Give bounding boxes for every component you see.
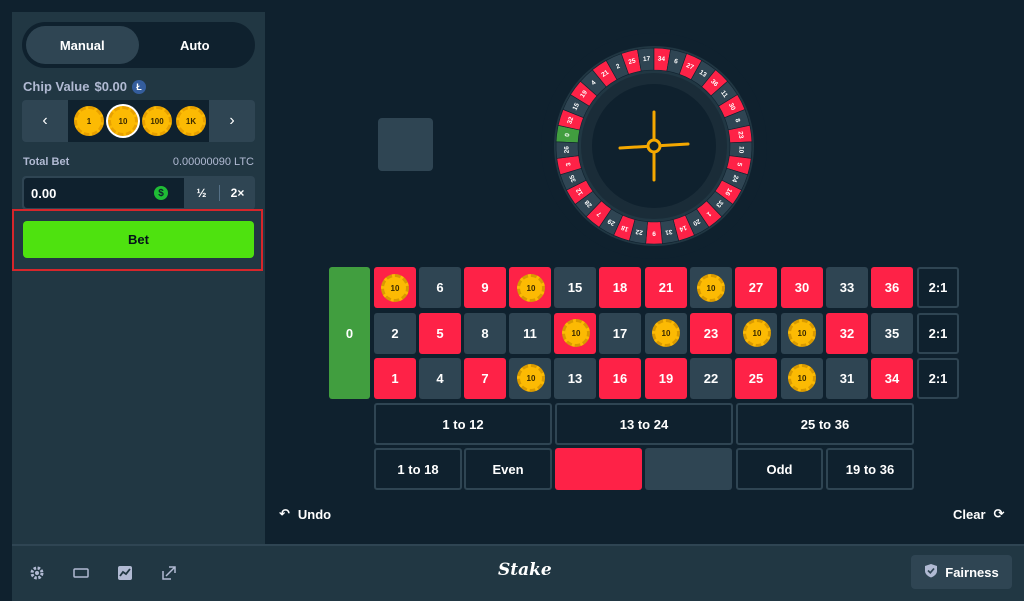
- placed-chip: 10: [743, 319, 771, 347]
- bet-button[interactable]: Bet: [23, 221, 254, 258]
- stake-logo: Stake: [498, 560, 552, 580]
- placed-chip: 10: [517, 274, 545, 302]
- dozen-bet[interactable]: 1 to 12: [374, 403, 552, 445]
- number-cell-9[interactable]: 9: [464, 267, 506, 308]
- wheel-number: 10: [737, 146, 744, 154]
- chip-100[interactable]: 100: [142, 106, 172, 136]
- undo-button[interactable]: ↶ Undo: [279, 506, 331, 522]
- number-cell-4[interactable]: 4: [419, 358, 461, 399]
- clear-label: Clear: [953, 506, 986, 522]
- placed-chip: 10: [788, 364, 816, 392]
- roulette-wheel: 0321519421225 17 34 62713361130823105241633…: [541, 33, 767, 259]
- dozen-bet[interactable]: 13 to 24: [555, 403, 733, 445]
- number-cell-27[interactable]: 27: [735, 267, 777, 308]
- number-cell-21[interactable]: 21: [645, 267, 687, 308]
- tab-auto[interactable]: Auto: [139, 26, 252, 64]
- stats-icon[interactable]: [115, 563, 135, 583]
- dollar-icon: $: [154, 186, 168, 200]
- total-bet-value: 0.00000090 LTC: [172, 156, 254, 168]
- number-cell-36[interactable]: 36: [871, 267, 913, 308]
- number-cell-5[interactable]: 5: [419, 313, 461, 354]
- placed-chip: 10: [562, 319, 590, 347]
- number-cell-11[interactable]: 11: [509, 313, 551, 354]
- number-cell-15[interactable]: 15: [554, 267, 596, 308]
- wheel-number: 34: [657, 56, 665, 64]
- number-cell-25[interactable]: 25: [735, 358, 777, 399]
- number-cell-34[interactable]: 34: [871, 358, 913, 399]
- outside-bet-even[interactable]: Even: [464, 448, 552, 490]
- placed-chip: 10: [381, 274, 409, 302]
- outside-bet-odd[interactable]: Odd: [736, 448, 823, 490]
- result-history: [378, 118, 433, 171]
- outside-bet-1-to-18[interactable]: 1 to 18: [374, 448, 462, 490]
- placed-chip: 10: [697, 274, 725, 302]
- chevron-right-icon[interactable]: ›: [209, 100, 255, 142]
- number-cell-6[interactable]: 6: [419, 267, 461, 308]
- tab-manual[interactable]: Manual: [26, 26, 139, 64]
- number-cell-22[interactable]: 22: [690, 358, 732, 399]
- number-cell-31[interactable]: 31: [826, 358, 868, 399]
- litecoin-icon: Ł: [132, 79, 147, 94]
- bet-amount-input[interactable]: [24, 178, 144, 208]
- number-cell-17[interactable]: 17: [599, 313, 641, 354]
- chip-selector: ‹ 1 10 100 1K ›: [22, 100, 255, 142]
- wheel-number: 9: [652, 230, 656, 237]
- number-cell-19[interactable]: 19: [645, 358, 687, 399]
- gear-icon[interactable]: [27, 563, 47, 583]
- placed-chip: 10: [517, 364, 545, 392]
- chip-value-amount: $0.00: [94, 79, 128, 94]
- wheel-number: 26: [563, 146, 570, 154]
- placed-chip: 10: [652, 319, 680, 347]
- number-cell-33[interactable]: 33: [826, 267, 868, 308]
- number-cell-35[interactable]: 35: [871, 313, 913, 354]
- number-cell-2[interactable]: 2: [374, 313, 416, 354]
- number-cell-1[interactable]: 1: [374, 358, 416, 399]
- number-cell-13[interactable]: 13: [554, 358, 596, 399]
- refresh-icon: ⟳: [993, 506, 1005, 521]
- chip-1k[interactable]: 1K: [176, 106, 206, 136]
- chip-list: 1 10 100 1K: [68, 100, 209, 142]
- number-cell-32[interactable]: 32: [826, 313, 868, 354]
- number-cell-16[interactable]: 16: [599, 358, 641, 399]
- wheel-number: 17: [643, 55, 651, 63]
- number-cell-0[interactable]: 0: [329, 267, 370, 399]
- chip-1[interactable]: 1: [74, 106, 104, 136]
- chip-10[interactable]: 10: [108, 106, 138, 136]
- outside-bet-19-to-36[interactable]: 19 to 36: [826, 448, 914, 490]
- wheel-number: 23: [736, 131, 744, 139]
- bet-panel: Manual Auto Chip Value $0.00 Ł ‹ 1 10 10…: [12, 12, 265, 544]
- outside-bet-black[interactable]: [645, 448, 732, 490]
- number-cell-30[interactable]: 30: [781, 267, 823, 308]
- number-cell-7[interactable]: 7: [464, 358, 506, 399]
- mode-toggle: Manual Auto: [22, 22, 255, 68]
- fairness-button[interactable]: Fairness: [911, 555, 1012, 589]
- placed-chip: 10: [788, 319, 816, 347]
- dozen-bet[interactable]: 25 to 36: [736, 403, 914, 445]
- column-bet-2to1[interactable]: 2:1: [917, 358, 959, 399]
- half-button[interactable]: ½: [184, 178, 219, 208]
- theatre-mode-icon[interactable]: [71, 563, 91, 583]
- total-bet-label: Total Bet: [23, 156, 70, 168]
- fairness-label: Fairness: [945, 564, 999, 580]
- number-cell-18[interactable]: 18: [599, 267, 641, 308]
- undo-icon: ↶: [279, 506, 290, 521]
- number-cell-23[interactable]: 23: [690, 313, 732, 354]
- chevron-left-icon[interactable]: ‹: [22, 100, 68, 142]
- clear-button[interactable]: Clear ⟳: [953, 506, 1004, 522]
- double-button[interactable]: 2×: [220, 178, 255, 208]
- bet-amount-wrap: $: [24, 178, 184, 208]
- footer-bar: Stake Fairness: [12, 544, 1024, 601]
- popout-icon[interactable]: [159, 563, 179, 583]
- column-bet-2to1[interactable]: 2:1: [917, 267, 959, 308]
- outside-bet-red[interactable]: [555, 448, 642, 490]
- shield-check-icon: [924, 563, 938, 581]
- chip-value-label: Chip Value $0.00 Ł: [23, 79, 147, 94]
- chip-value-text: Chip Value: [23, 79, 90, 94]
- undo-label: Undo: [297, 506, 332, 522]
- number-cell-8[interactable]: 8: [464, 313, 506, 354]
- bet-amount-row: $ ½ 2×: [22, 176, 255, 210]
- column-bet-2to1[interactable]: 2:1: [917, 313, 959, 354]
